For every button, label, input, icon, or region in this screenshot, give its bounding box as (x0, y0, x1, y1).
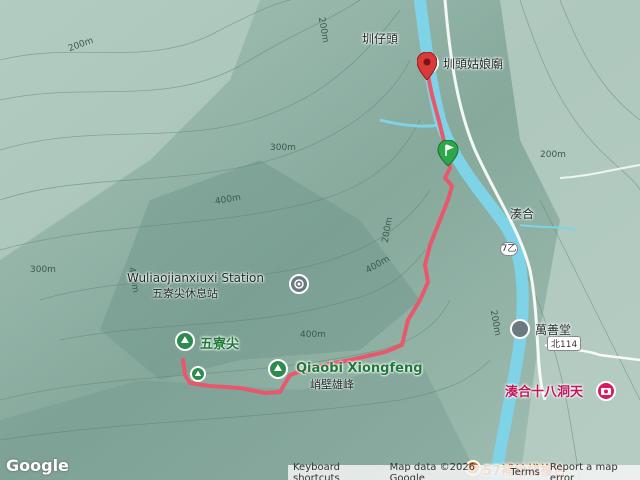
rest-station-label-en[interactable]: Wuliaojianxiuxi Station (127, 271, 264, 285)
terms-link[interactable]: Terms (510, 467, 539, 478)
camera-icon[interactable] (596, 381, 616, 401)
place-label-couhe: 湊合 (510, 207, 535, 221)
hiking-poi-icon[interactable]: ⛰ (190, 366, 206, 382)
circle-dot-icon (294, 279, 304, 289)
wanshan-label[interactable]: 萬善堂 (535, 321, 571, 338)
qiaobi-label-zh[interactable]: 峭壁雄峰 (310, 376, 354, 392)
temple-icon[interactable] (510, 319, 530, 339)
pin-marker-icon[interactable] (417, 52, 437, 80)
hiking-poi-icon[interactable]: ⛰ (268, 359, 288, 379)
qiaobi-label-en[interactable]: Qiaobi Xiongfeng (296, 361, 423, 376)
report-error-link[interactable]: Report a map error (550, 462, 635, 480)
cave-label[interactable]: 湊合十八洞天 (505, 381, 583, 400)
place-label-zhentou: 圳仔頭 (362, 32, 399, 46)
map-data-text: Map data ©2026 Google (389, 461, 476, 480)
camera-glyph-icon (601, 388, 611, 395)
contour-label: 400m (300, 330, 326, 340)
attribution-bar: Keyboard shortcuts Map data ©2026 Google… (288, 461, 640, 480)
flag-marker-icon[interactable] (437, 140, 459, 166)
contour-label: 300m (30, 265, 56, 275)
contour-label: 300m (270, 143, 296, 153)
hiking-poi-icon[interactable]: ⛰ (175, 331, 195, 351)
rest-station-pin[interactable] (289, 274, 309, 294)
road-shield-7: 7乙 (500, 242, 518, 256)
keyboard-shortcuts-link[interactable]: Keyboard shortcuts (293, 462, 380, 480)
wuliaojian-label[interactable]: 五寮尖 (200, 333, 239, 352)
rest-station-label-zh[interactable]: 五寮尖休息站 (152, 285, 218, 301)
google-logo: Google (6, 456, 69, 475)
temple-label[interactable]: 圳頭姑娘廟 (443, 55, 503, 72)
map-view[interactable]: 圳仔頭 湊合 200m 300m 400m 300m 400m 200m 200… (0, 0, 640, 480)
contour-label: 200m (540, 150, 566, 160)
terrain-layer (0, 0, 640, 480)
road-shield-north114: 北114 (547, 336, 582, 351)
